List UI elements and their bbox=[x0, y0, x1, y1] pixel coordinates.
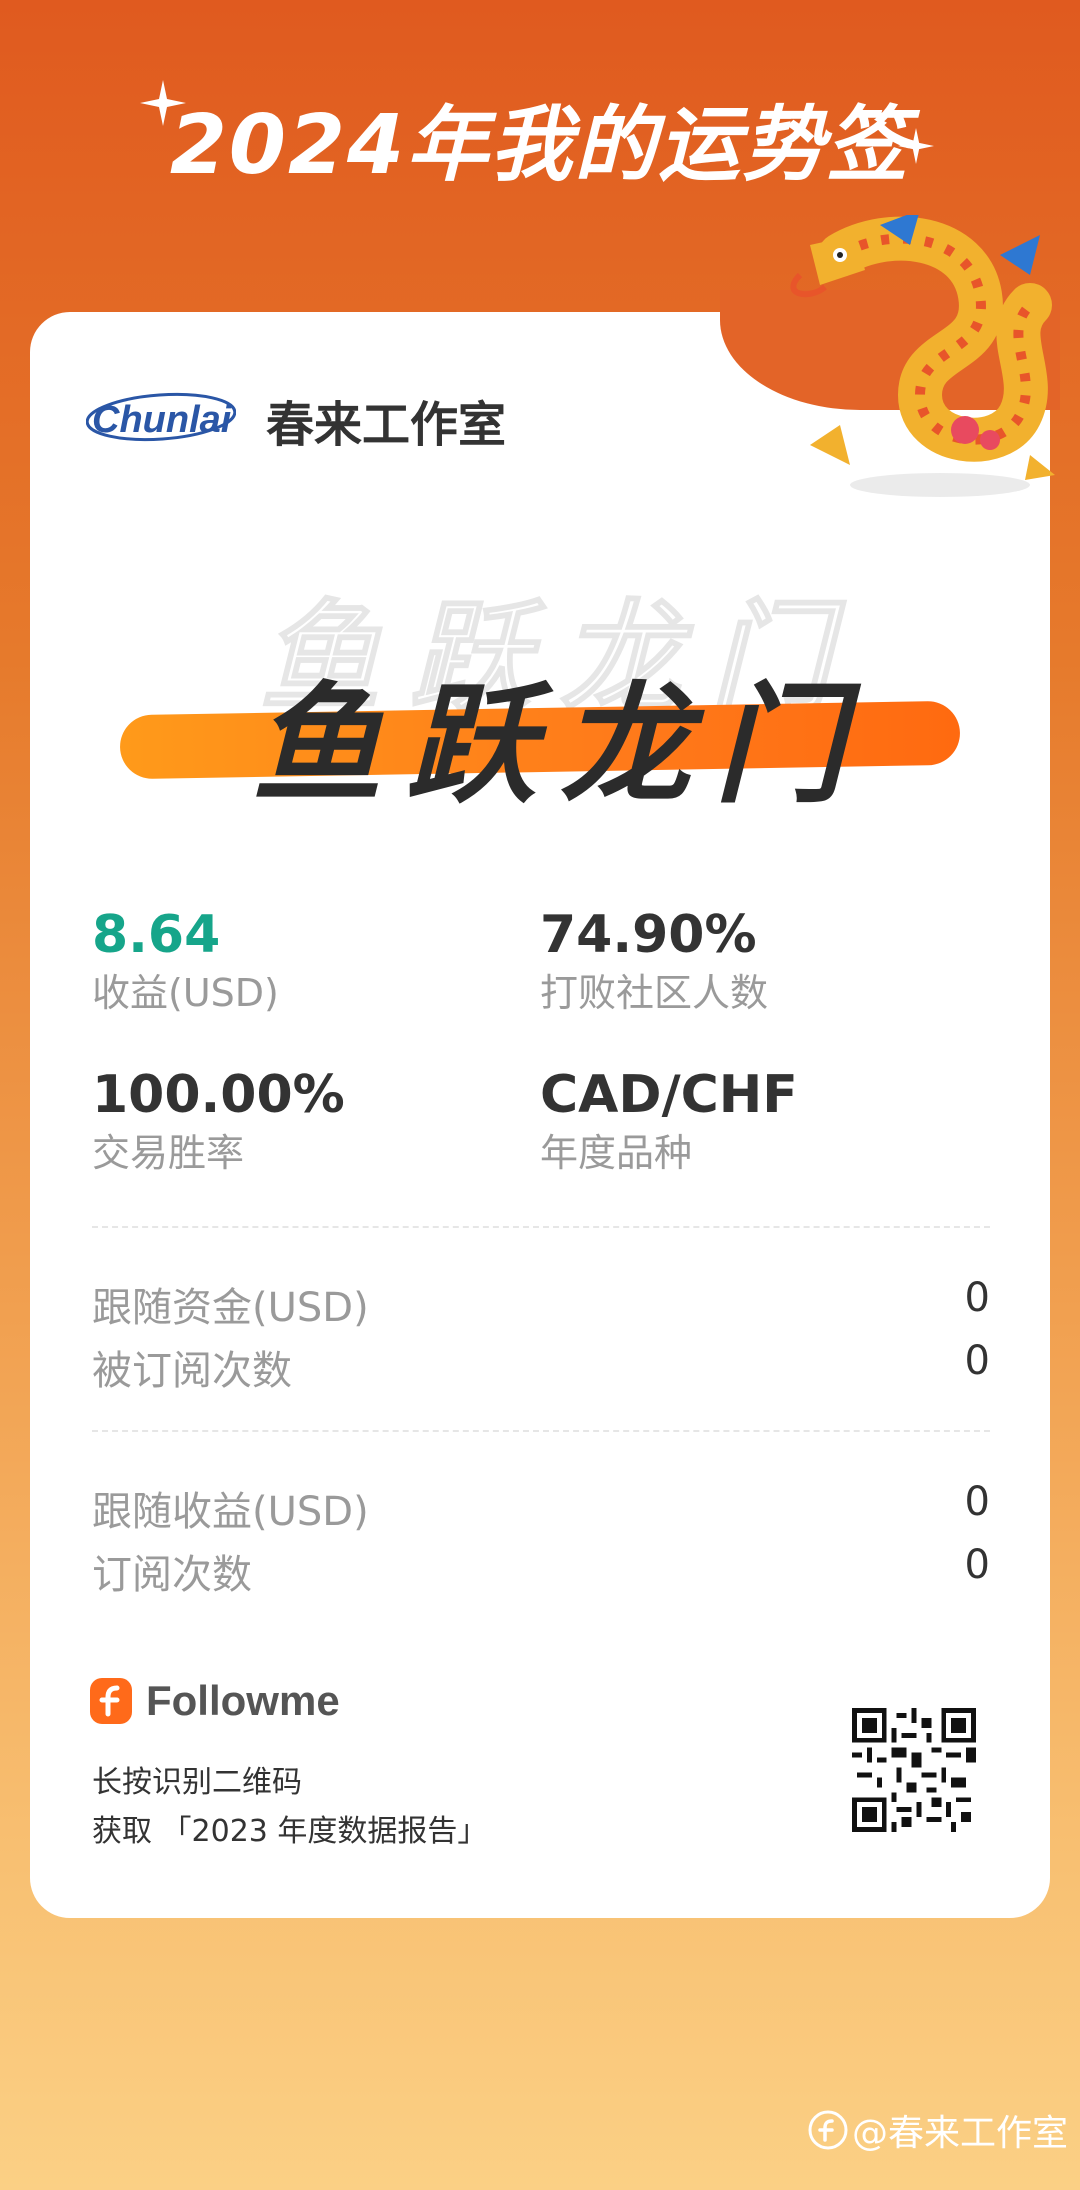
headline-block: 鱼跃龙门 鱼跃龙门 bbox=[119, 560, 961, 821]
row-subscribed-count: 被订阅次数 0 bbox=[92, 1338, 990, 1396]
row-value: 0 bbox=[964, 1479, 990, 1525]
divider bbox=[92, 1226, 990, 1228]
row-value: 0 bbox=[964, 1338, 990, 1384]
brand-row: Chunlai 春来工作室 bbox=[86, 385, 507, 455]
watermark: @春来工作室 bbox=[808, 2104, 1068, 2156]
stat-beat-community: 74.90% 打败社区人数 bbox=[540, 905, 768, 1021]
row-label: 跟随收益(USD) bbox=[92, 1489, 369, 1535]
brand-name: 春来工作室 bbox=[266, 397, 507, 453]
row-label: 被订阅次数 bbox=[92, 1348, 292, 1394]
headline-text: 鱼跃龙门 bbox=[252, 669, 869, 821]
followme-name: Followme bbox=[146, 1677, 340, 1724]
stat-value: 8.64 bbox=[92, 905, 221, 965]
row-label: 跟随资金(USD) bbox=[92, 1285, 369, 1331]
dragon-illustration bbox=[790, 215, 1055, 497]
stat-label: 交易胜率 bbox=[92, 1131, 245, 1175]
stat-label: 收益(USD) bbox=[92, 971, 279, 1015]
divider bbox=[92, 1430, 990, 1432]
stat-label: 年度品种 bbox=[540, 1131, 693, 1175]
qr-report-label: 获取 「2023 年度数据报告」 bbox=[92, 1814, 488, 1849]
stat-value: CAD/CHF bbox=[540, 1065, 798, 1125]
stat-profit: 8.64 收益(USD) bbox=[92, 905, 279, 1021]
watermark-text: @春来工作室 bbox=[851, 2113, 1068, 2154]
row-follow-profit: 跟随收益(USD) 0 bbox=[92, 1479, 990, 1537]
weibo-icon bbox=[808, 2110, 848, 2150]
row-value: 0 bbox=[964, 1275, 990, 1321]
row-label: 订阅次数 bbox=[92, 1552, 252, 1598]
qr-instruction: 长按识别二维码 bbox=[92, 1765, 302, 1800]
sparkle-icon bbox=[898, 128, 934, 164]
brand-logo-text: Chunlai bbox=[92, 398, 232, 441]
row-follow-funds: 跟随资金(USD) 0 bbox=[92, 1275, 990, 1333]
stat-value: 74.90% bbox=[540, 905, 757, 965]
row-value: 0 bbox=[964, 1542, 990, 1588]
stat-annual-symbol: CAD/CHF 年度品种 bbox=[540, 1065, 798, 1181]
row-subscription-count: 订阅次数 0 bbox=[92, 1542, 990, 1600]
stat-value: 100.00% bbox=[92, 1065, 345, 1125]
stat-win-rate: 100.00% 交易胜率 bbox=[92, 1065, 345, 1181]
followme-brand: Followme bbox=[90, 1677, 340, 1725]
brand-logo: Chunlai bbox=[86, 392, 242, 442]
stat-label: 打败社区人数 bbox=[540, 971, 769, 1015]
followme-logo-icon bbox=[90, 1678, 132, 1724]
qr-code[interactable] bbox=[852, 1708, 976, 1832]
